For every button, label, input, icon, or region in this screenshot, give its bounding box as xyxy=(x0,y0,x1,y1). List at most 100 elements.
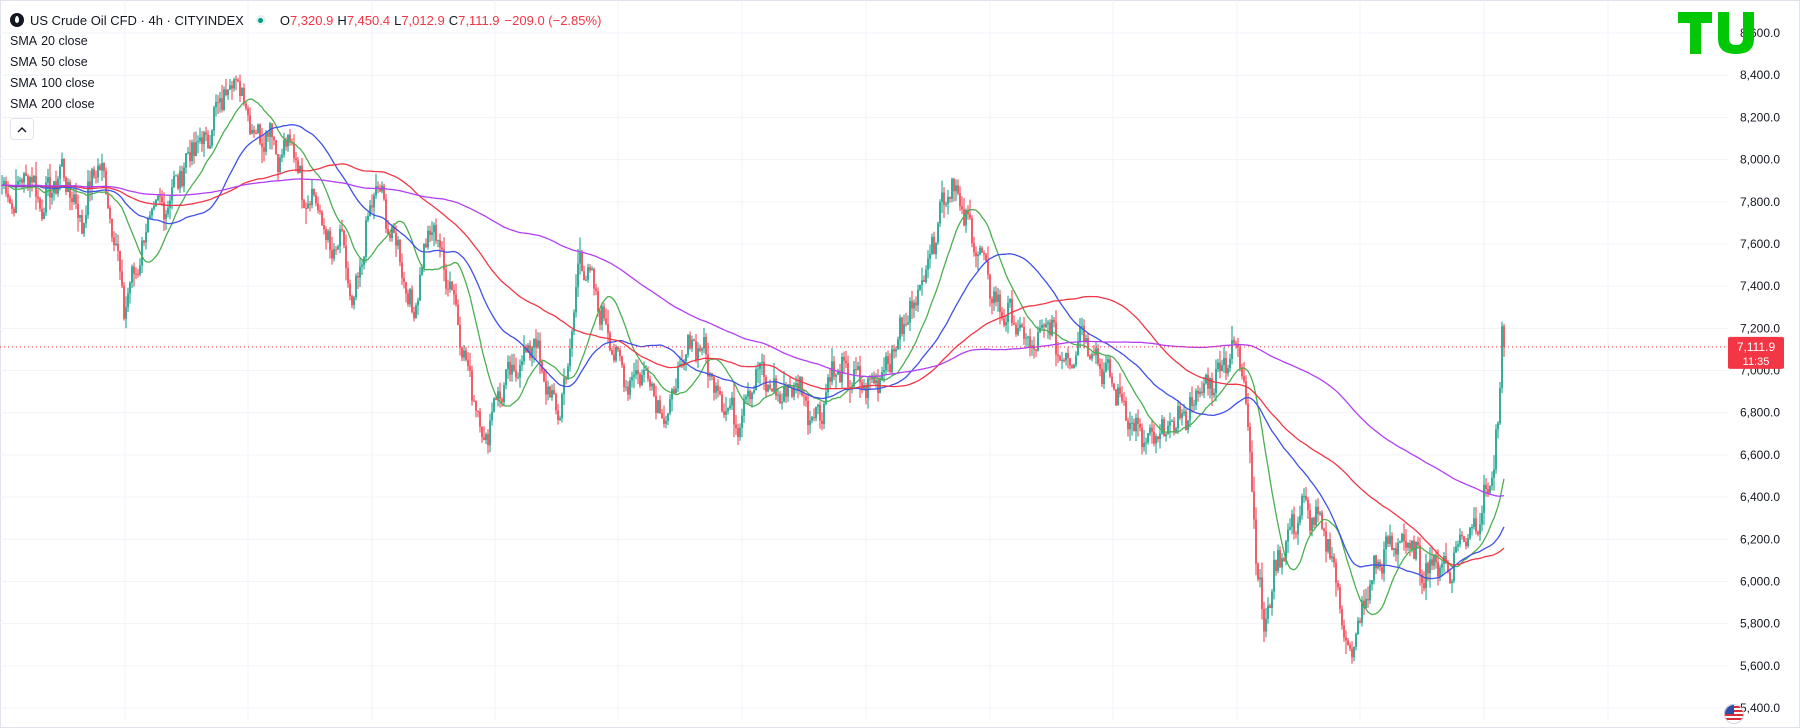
candle-body xyxy=(557,410,559,420)
chevron-up-icon xyxy=(17,126,27,132)
candle-body xyxy=(919,284,921,290)
chart-area[interactable]: 8,600.0 8,400.0 8,200.0 8,000.0 7,800.0 7,600… xyxy=(0,0,1800,728)
candle-body xyxy=(1151,427,1153,432)
candle-body xyxy=(95,176,97,178)
candle-body xyxy=(161,196,163,203)
candle-body xyxy=(467,359,469,367)
candle-body xyxy=(1317,506,1319,515)
candle-body xyxy=(1113,383,1115,390)
candle-body xyxy=(361,264,363,267)
candle-body xyxy=(721,394,723,412)
candle-body xyxy=(673,389,675,394)
candle-body xyxy=(1487,489,1489,493)
candle-body xyxy=(461,347,463,358)
candle-body xyxy=(1311,517,1313,531)
candle xyxy=(503,382,505,406)
candle xyxy=(687,333,689,358)
candle-body xyxy=(791,387,793,397)
candle-body xyxy=(637,370,639,374)
candle xyxy=(721,391,723,413)
candle-body xyxy=(749,390,751,400)
candle-body xyxy=(925,269,927,282)
candle-body xyxy=(973,243,975,253)
us-flag-icon xyxy=(1724,704,1744,724)
indicator-sma-200[interactable]: SMA 200 close xyxy=(10,93,601,114)
candle-body xyxy=(1213,393,1215,396)
candle-body xyxy=(781,401,783,404)
candle-body xyxy=(507,361,509,370)
candle xyxy=(451,280,453,291)
candle-body xyxy=(1153,431,1155,444)
candle-body xyxy=(761,361,763,363)
candle-body xyxy=(475,400,477,411)
candle-body xyxy=(659,400,661,414)
candle-body xyxy=(1427,563,1429,574)
candle xyxy=(573,309,575,336)
candle-body xyxy=(1159,433,1161,440)
candle xyxy=(1501,321,1503,394)
candle-body xyxy=(539,340,541,362)
candle-body xyxy=(1173,420,1175,432)
candle-body xyxy=(1271,591,1273,608)
candle-body xyxy=(635,370,637,375)
candle-body xyxy=(1127,420,1129,430)
candle-body xyxy=(1337,582,1339,588)
candle-body xyxy=(1223,358,1225,366)
candle-body xyxy=(395,232,397,246)
candle-body xyxy=(1171,420,1173,422)
candle-body xyxy=(411,289,413,312)
symbol-header[interactable]: US Crude Oil CFD · 4h · CITYINDEX O 7,320… xyxy=(10,10,601,30)
candle-body xyxy=(119,250,121,272)
candle-body xyxy=(945,203,947,205)
candle xyxy=(1257,562,1259,582)
candle-body xyxy=(1175,428,1177,432)
candle-body xyxy=(483,437,485,440)
candle-body xyxy=(645,369,647,371)
candle-body xyxy=(1141,427,1143,448)
candle-body xyxy=(911,301,913,309)
collapse-legend-button[interactable] xyxy=(10,118,34,140)
candle-body xyxy=(1359,620,1361,623)
candle-body xyxy=(845,360,847,364)
indicator-param: 20 close xyxy=(41,33,88,48)
candle-body xyxy=(603,306,605,319)
candle-body xyxy=(741,415,743,428)
candle-body xyxy=(189,152,191,162)
indicator-param: 100 close xyxy=(41,75,95,90)
candle-body xyxy=(1261,577,1263,610)
candle-body xyxy=(823,404,825,424)
candle-body xyxy=(75,194,77,204)
candle-body xyxy=(1195,390,1197,405)
candle-body xyxy=(833,361,835,377)
candle-body xyxy=(339,228,341,247)
candle-body xyxy=(1105,362,1107,372)
candle-body xyxy=(1201,391,1203,394)
candle-body xyxy=(617,346,619,350)
indicator-sma-20[interactable]: SMA 20 close xyxy=(10,30,601,51)
candle-body xyxy=(1057,354,1059,357)
candle-body xyxy=(51,192,53,198)
candle-body xyxy=(869,378,871,380)
indicator-sma-100[interactable]: SMA 100 close xyxy=(10,72,601,93)
candle-body xyxy=(1497,423,1499,430)
tradingview-logo-icon[interactable] xyxy=(1678,10,1760,56)
candle-body xyxy=(1471,527,1473,529)
indicator-sma-50[interactable]: SMA 50 close xyxy=(10,51,601,72)
candle xyxy=(767,384,769,393)
candle-body xyxy=(1015,324,1017,335)
candle-body xyxy=(335,249,337,251)
candle-body xyxy=(1399,541,1401,544)
candle-body xyxy=(1407,542,1409,548)
candle-body xyxy=(295,158,297,161)
symbol-title[interactable]: US Crude Oil CFD · 4h · CITYINDEX xyxy=(30,13,244,28)
candle-body xyxy=(951,178,953,199)
candle-body xyxy=(375,186,377,196)
candle-body xyxy=(579,252,581,264)
candle-body xyxy=(397,239,399,246)
last-price-label: 7,111.9 xyxy=(1737,340,1776,354)
candle xyxy=(303,198,305,209)
candle-body xyxy=(425,243,427,248)
last-price-tag[interactable]: 7,111.9 11:35 xyxy=(1728,336,1784,369)
candle-body xyxy=(275,140,277,155)
indicator-name: SMA xyxy=(10,33,38,48)
